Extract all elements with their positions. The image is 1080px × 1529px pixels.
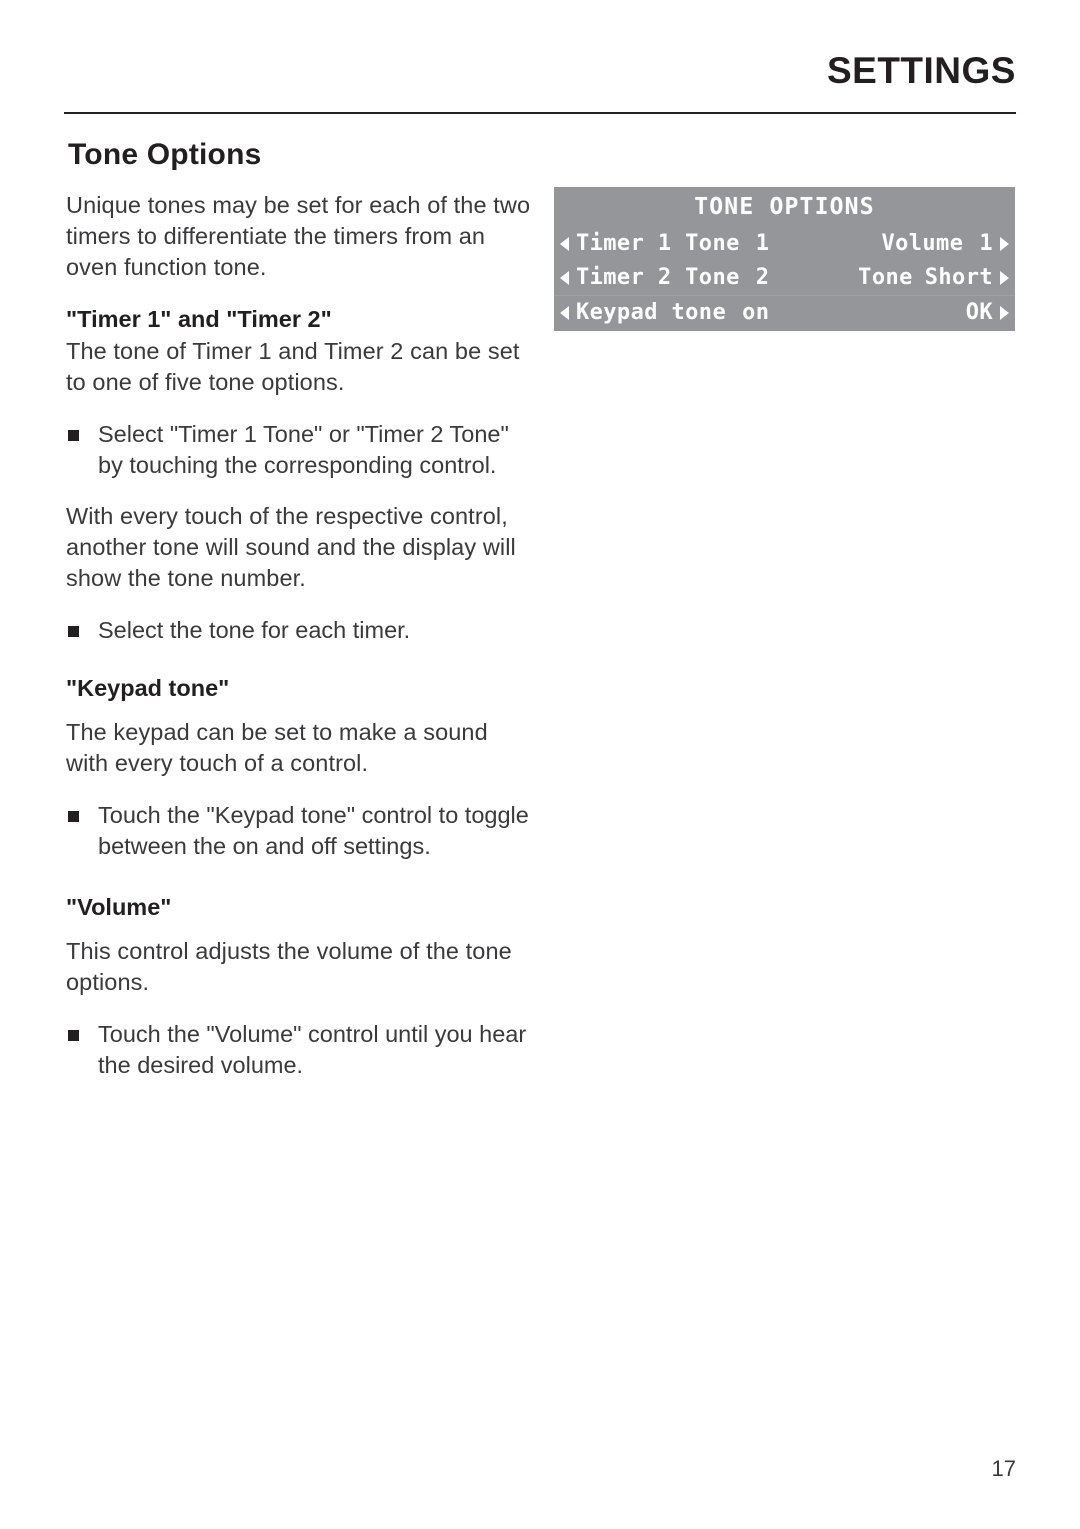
bullet-square-icon	[68, 626, 79, 637]
display-left-control-timer-2-tone[interactable]: Timer 2 Tone 2	[560, 261, 769, 295]
page-header: SETTINGS	[64, 52, 1016, 89]
display-value: Short	[924, 265, 993, 290]
intro-paragraph: Unique tones may be set for each of the …	[66, 192, 531, 280]
display-screen-title: TONE OPTIONS	[694, 194, 875, 220]
list-item: Select the tone for each timer.	[66, 615, 532, 646]
page-header-title: SETTINGS	[826, 50, 1016, 91]
bullet-square-icon	[68, 1030, 79, 1041]
content-column: Unique tones may be set for each of the …	[66, 190, 532, 1101]
manual-page: SETTINGS Tone Options Unique tones may b…	[0, 0, 1080, 1529]
display-left-control-keypad-tone[interactable]: Keypad tone on	[560, 296, 769, 330]
bullet-square-icon	[68, 430, 79, 441]
arrow-left-icon[interactable]	[560, 271, 569, 285]
display-row-timer-1[interactable]: Timer 1 Tone 1 Volume 1	[554, 227, 1015, 261]
display-left-control-timer-1-tone[interactable]: Timer 1 Tone 1	[560, 227, 769, 261]
display-value: 1	[755, 231, 770, 256]
display-right-control-volume[interactable]: Volume 1	[881, 227, 1009, 261]
volume-paragraph: This control adjusts the volume of the t…	[66, 938, 512, 995]
page-title: Tone Options	[68, 138, 262, 171]
arrow-left-icon[interactable]	[560, 237, 569, 251]
page-number: 17	[991, 1456, 1016, 1481]
arrow-right-icon[interactable]	[1000, 237, 1009, 251]
header-divider	[64, 112, 1016, 114]
list-item-label: Select "Timer 1 Tone" or "Timer 2 Tone" …	[98, 421, 509, 478]
subheading-keypad-tone: "Keypad tone"	[66, 675, 230, 701]
display-label: Keypad tone	[576, 299, 727, 325]
arrow-right-icon[interactable]	[1000, 305, 1009, 320]
subheading-volume: "Volume"	[66, 894, 172, 920]
list-item-label: Select the tone for each timer.	[98, 617, 411, 643]
oven-display-panel: TONE OPTIONS Timer 1 Tone 1 Volume 1 Tim…	[554, 187, 1015, 331]
display-value: 2	[755, 265, 770, 290]
display-right-control-ok[interactable]: OK	[950, 296, 1009, 330]
list-item: Touch the "Volume" control until you hea…	[66, 1019, 532, 1081]
display-value: on	[742, 299, 770, 325]
arrow-right-icon[interactable]	[1000, 271, 1009, 285]
list-item: Select "Timer 1 Tone" or "Timer 2 Tone" …	[66, 419, 532, 481]
arrow-left-icon[interactable]	[560, 305, 569, 320]
display-value: OK	[965, 299, 993, 325]
list-item-label: Touch the "Keypad tone" control to toggl…	[98, 802, 529, 859]
timers-paragraph-2: With every touch of the respective contr…	[66, 503, 516, 591]
display-label: Volume	[881, 231, 964, 256]
subheading-timers: "Timer 1" and "Timer 2"	[66, 306, 332, 332]
bullet-square-icon	[68, 811, 79, 822]
display-row-keypad-tone[interactable]: Keypad tone on OK	[554, 295, 1015, 329]
display-label: Timer 2 Tone	[576, 265, 740, 290]
display-label: Tone	[858, 265, 913, 290]
display-value: 1	[979, 231, 993, 256]
keypad-paragraph: The keypad can be set to make a sound wi…	[66, 719, 488, 776]
list-item-label: Touch the "Volume" control until you hea…	[98, 1021, 527, 1078]
display-row-timer-2[interactable]: Timer 2 Tone 2 Tone Short	[554, 261, 1015, 295]
display-right-control-tone[interactable]: Tone Short	[858, 261, 1009, 295]
list-item: Touch the "Keypad tone" control to toggl…	[66, 800, 532, 862]
display-label: Timer 1 Tone	[576, 231, 740, 256]
timers-paragraph: The tone of Timer 1 and Timer 2 can be s…	[66, 338, 520, 395]
